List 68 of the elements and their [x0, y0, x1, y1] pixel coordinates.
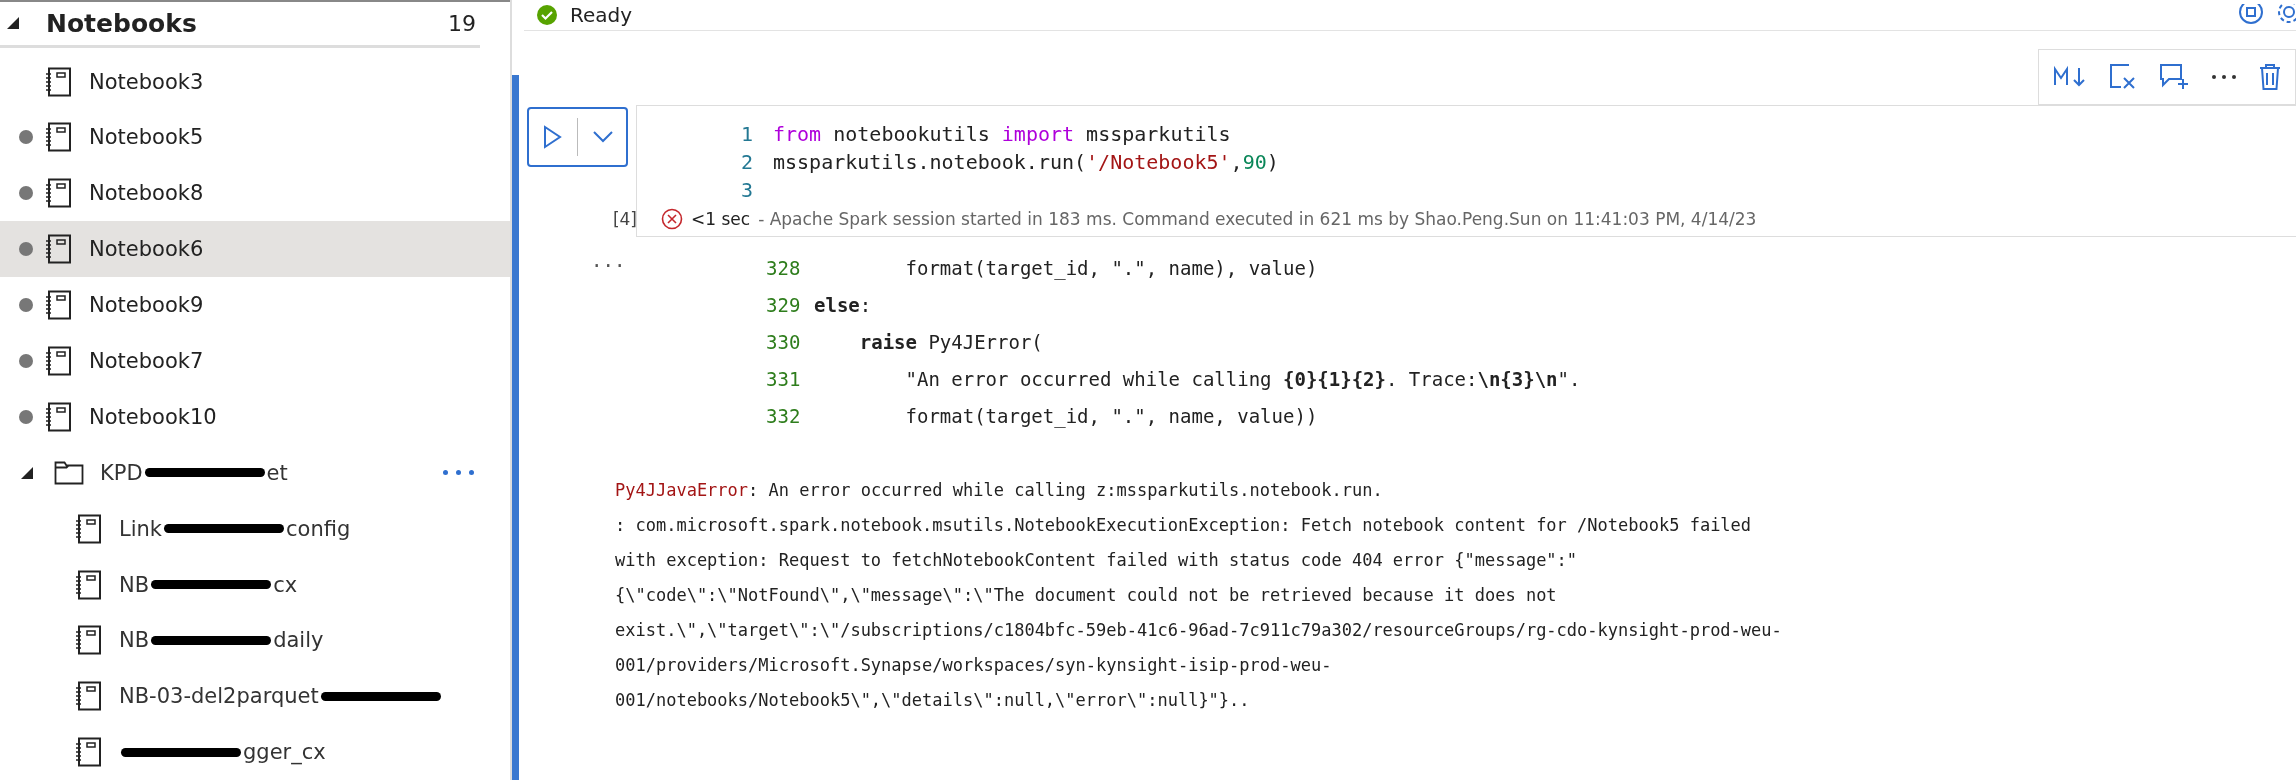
notebook-icon [46, 289, 72, 320]
code-line: mssparkutils.notebook.run('/Notebook5',90) [773, 150, 1279, 174]
run-icon[interactable] [541, 125, 563, 149]
line-number: 329 [766, 293, 802, 316]
execution-message: - Apache Spark session started in 183 ms. Command executed in 621 ms by Shao.Peng.Sun on 11:41:03 PM, 4/14/23 [758, 209, 1757, 229]
settings-icon[interactable] [2276, 4, 2296, 26]
line-number: 331 [766, 367, 802, 390]
error-text: {\"code\":\"NotFound\",\"message\":\"The document could not be retrieved because it does not [615, 584, 1557, 605]
notebook-item[interactable]: Notebook3 [0, 53, 510, 110]
item-count: 19 [448, 10, 476, 36]
notebook-icon [46, 178, 72, 209]
collapsed-marker[interactable]: ... [539, 249, 766, 434]
caret-icon[interactable] [6, 16, 20, 31]
error-text: 001/providers/Microsoft.Synapse/workspaces/syn-kynsight-isip-prod-weu- [615, 654, 1332, 675]
notebook-icon [76, 513, 102, 544]
traceback-line: else: [814, 293, 872, 316]
notebook-item[interactable]: Notebook6 [0, 221, 510, 277]
folder-icon [54, 460, 84, 485]
execution-count: [4] [611, 209, 637, 229]
notebook-icon [76, 625, 102, 656]
duration-text: <1 sec [691, 209, 751, 229]
line-number: 2 [739, 150, 753, 174]
code-line: from notebookutils import mssparkutils [773, 122, 1231, 146]
status-text: Ready [570, 3, 633, 27]
notebook-icon [76, 569, 102, 600]
error-text: exist.\",\"target\":\"/subscriptions/c1804bfc-59eb-41c6-96ad-7c911c79a302/resourceGroups/rg-cdo-kynsight-prod-weu- [615, 619, 1782, 640]
notebook-icon [46, 66, 72, 97]
error-name: Py4JJavaError [615, 479, 749, 500]
line-number: 3 [739, 178, 753, 202]
redacted-notebook-name[interactable]: NB cx [119, 572, 298, 597]
notebook-item[interactable]: Notebook10 [0, 388, 510, 445]
more-icon[interactable] [2211, 73, 2237, 81]
error-text: : An error occurred while calling z:mssparkutils.notebook.run. [748, 479, 1383, 500]
notebook-icon [46, 122, 72, 153]
redacted-notebook-name[interactable]: gger_cx [119, 740, 326, 765]
stop-icon[interactable] [2238, 4, 2264, 26]
delete-icon[interactable] [2259, 63, 2281, 91]
notebook-icon [76, 737, 102, 768]
notebook-icon [76, 681, 102, 712]
line-number: 332 [766, 404, 802, 427]
add-comment-icon[interactable] [2159, 63, 2189, 91]
line-number: 330 [766, 330, 802, 353]
redacted-notebook-name[interactable]: NB daily [119, 628, 324, 653]
error-text: : com.microsoft.spark.notebook.msutils.NotebookExecutionException: Fetch notebook content for /Notebook5 failed [615, 514, 1752, 535]
markdown-icon[interactable] [2053, 65, 2087, 89]
notebook-item[interactable]: Notebook7 [0, 332, 510, 389]
traceback-line: format(target_id, ".", name, value)) [904, 404, 1318, 427]
traceback-line: raise Py4JError( [858, 330, 1043, 353]
error-text: 001/notebooks/Notebook5\",\"details\":null,\"error\":null}"}.. [615, 689, 1250, 710]
section-title[interactable]: Notebooks [46, 8, 448, 38]
traceback-line: "An error occurred while calling {0}{1}{2}. Trace:\n{3}\n". [904, 367, 1581, 390]
line-number: 328 [766, 256, 802, 279]
redacted-notebook-name[interactable]: Link config [119, 516, 351, 541]
notebook-icon [46, 345, 72, 376]
clear-output-icon[interactable] [2109, 63, 2137, 91]
notebook-icon [46, 234, 72, 265]
notebook-item[interactable]: Notebook9 [0, 277, 510, 333]
error-text: with exception: Request to fetchNotebookContent failed with status code 404 error {"message":" [615, 549, 1578, 570]
line-number: 1 [739, 122, 753, 146]
notebook-item[interactable]: Notebook5 [0, 109, 510, 166]
redacted-notebook-name[interactable]: NB-03-del2parquet [119, 684, 443, 709]
notebook-item[interactable]: Notebook8 [0, 165, 510, 222]
notebook-icon [46, 401, 72, 432]
traceback-line: format(target_id, ".", name), value) [904, 256, 1318, 279]
chevron-down-icon[interactable] [592, 130, 614, 144]
redacted-folder-name[interactable]: KPD et [100, 460, 288, 485]
check-icon [536, 4, 558, 26]
caret-icon[interactable] [20, 465, 34, 480]
